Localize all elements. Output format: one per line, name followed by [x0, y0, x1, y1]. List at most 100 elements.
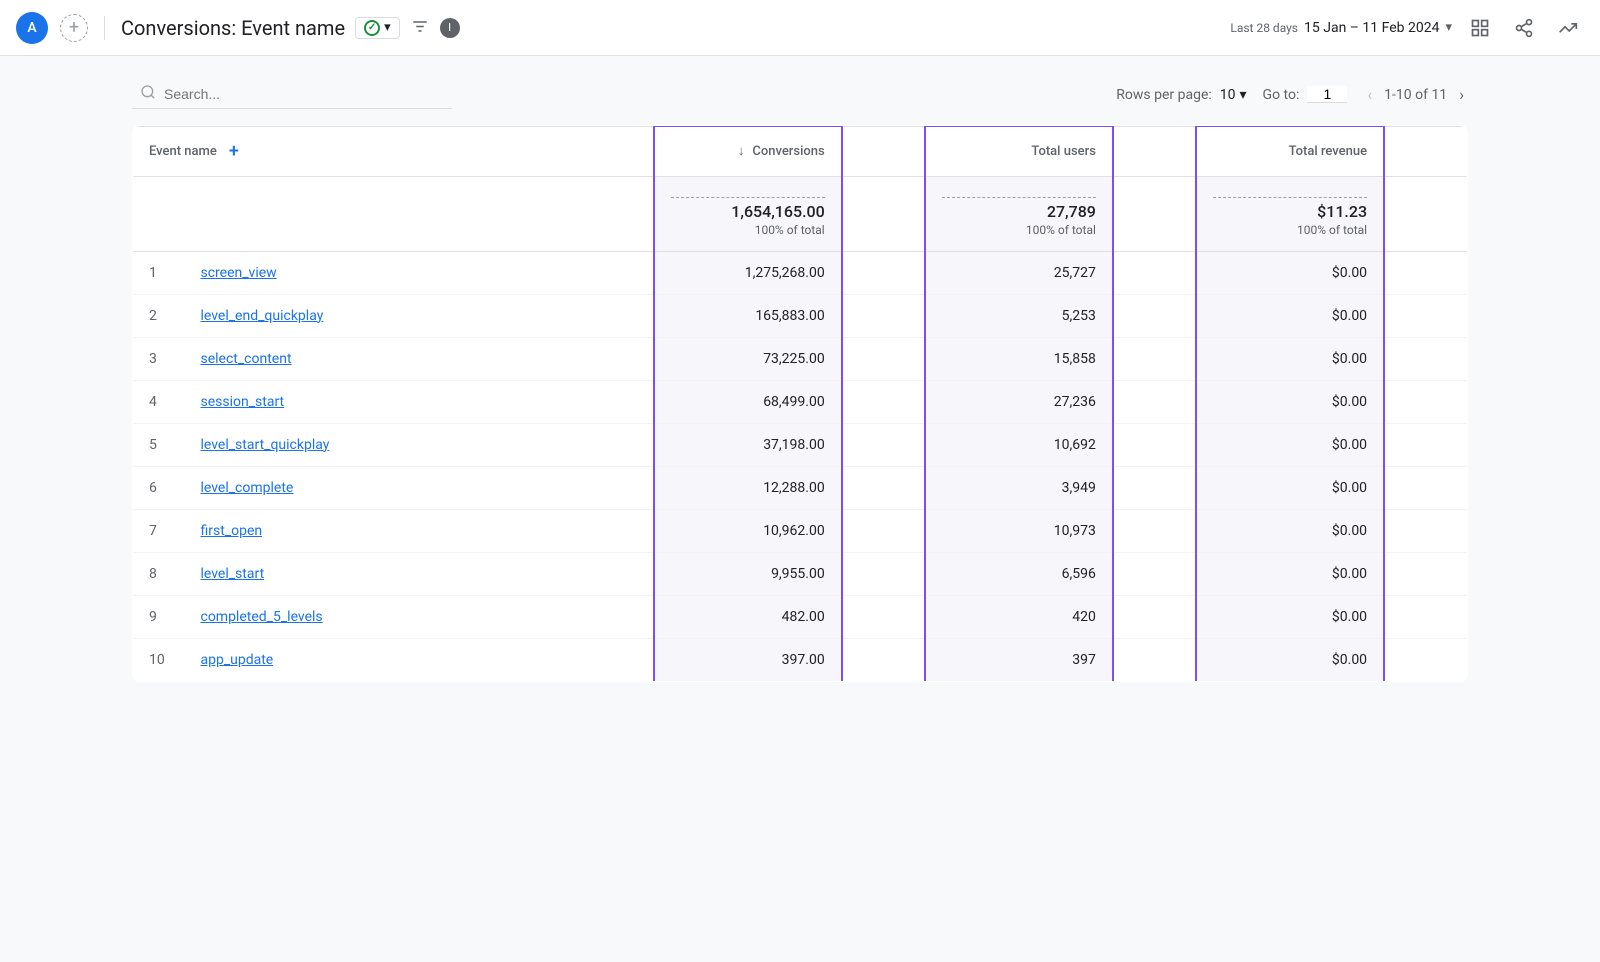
divider [104, 16, 105, 40]
next-page-button[interactable]: › [1455, 81, 1468, 108]
sort-down-icon: ↓ [738, 143, 745, 159]
share-button[interactable] [1508, 12, 1540, 44]
summary-users-pct: 100% of total [942, 223, 1096, 237]
summary-conversions-pct: 100% of total [671, 223, 825, 237]
table-row: 1 screen_view 1,275,268.00 25,727 $0.00 [133, 251, 1468, 294]
search-input[interactable] [164, 86, 424, 102]
row-number: 7 [149, 523, 173, 539]
col-header-total-users: Total users [925, 126, 1113, 176]
col-conversions-label[interactable]: Conversions [752, 144, 824, 159]
status-badge[interactable]: ▾ [355, 17, 400, 39]
search-icon [140, 84, 156, 104]
table-row: 9 completed_5_levels 482.00 420 $0.00 [133, 595, 1468, 638]
col-event-name-label: Event name [149, 144, 217, 159]
main-content: Rows per page: 10 ▾ Go to: ‹ 1-10 of 11 … [100, 56, 1500, 706]
table-header-row: Event name + ↓ Conversions Total users [133, 126, 1468, 176]
filter-icon[interactable] [410, 18, 430, 38]
event-name-link[interactable]: select_content [200, 351, 291, 367]
top-bar: A + Conversions: Event name ▾ I Last 28 … [0, 0, 1600, 56]
event-name-link[interactable]: session_start [200, 394, 284, 410]
col-header-conversions: ↓ Conversions [654, 126, 842, 176]
cell-users: 5,253 [925, 294, 1113, 337]
cell-users: 25,727 [925, 251, 1113, 294]
cell-conversions: 1,275,268.00 [654, 251, 842, 294]
summary-users-total: 27,789 [942, 202, 1096, 221]
rows-per-page-chevron-icon: ▾ [1240, 87, 1247, 103]
cell-revenue: $0.00 [1196, 294, 1384, 337]
row-number: 9 [149, 609, 173, 625]
summary-users: 27,789 100% of total [925, 176, 1113, 251]
cell-conversions: 482.00 [654, 595, 842, 638]
goto-label: Go to: [1263, 87, 1300, 103]
cell-conversions: 12,288.00 [654, 466, 842, 509]
cell-revenue: $0.00 [1196, 423, 1384, 466]
event-name-link[interactable]: level_complete [200, 480, 293, 496]
event-name-link[interactable]: level_start [200, 566, 264, 582]
table-row: 6 level_complete 12,288.00 3,949 $0.00 [133, 466, 1468, 509]
chart-button[interactable] [1464, 12, 1496, 44]
cell-conversions: 397.00 [654, 638, 842, 681]
pagination-controls: Rows per page: 10 ▾ Go to: ‹ 1-10 of 11 … [1116, 81, 1468, 108]
cell-conversions: 68,499.00 [654, 380, 842, 423]
cell-users: 27,236 [925, 380, 1113, 423]
col-total-users-label[interactable]: Total users [1031, 144, 1095, 159]
row-number: 6 [149, 480, 173, 496]
cell-users: 397 [925, 638, 1113, 681]
cell-users: 10,692 [925, 423, 1113, 466]
row-number: 10 [149, 652, 173, 668]
event-name-link[interactable]: app_update [200, 652, 273, 668]
search-box [132, 80, 452, 109]
title-text: Conversions: Event name [121, 16, 345, 40]
table-row: 8 level_start 9,955.00 6,596 $0.00 [133, 552, 1468, 595]
table-row: 7 first_open 10,962.00 10,973 $0.00 [133, 509, 1468, 552]
cell-revenue: $0.00 [1196, 466, 1384, 509]
date-range-chevron-icon: ▾ [1445, 20, 1452, 35]
add-column-button[interactable]: + [221, 141, 239, 162]
goto-input[interactable] [1307, 86, 1347, 103]
info-badge[interactable]: I [440, 18, 460, 38]
chevron-down-icon: ▾ [384, 20, 391, 35]
avatar[interactable]: A [16, 12, 48, 44]
cell-conversions: 73,225.00 [654, 337, 842, 380]
row-number: 1 [149, 265, 173, 281]
rows-per-page-label: Rows per page: [1116, 87, 1211, 103]
row-number: 2 [149, 308, 173, 324]
cell-conversions: 37,198.00 [654, 423, 842, 466]
table-row: 10 app_update 397.00 397 $0.00 [133, 638, 1468, 681]
goto-section: Go to: [1263, 86, 1348, 103]
check-circle-icon [364, 20, 380, 36]
date-range-value: 15 Jan – 11 Feb 2024 [1304, 20, 1439, 36]
cell-users: 6,596 [925, 552, 1113, 595]
cell-revenue: $0.00 [1196, 595, 1384, 638]
cell-revenue: $0.00 [1196, 380, 1384, 423]
cell-users: 10,973 [925, 509, 1113, 552]
cell-revenue: $0.00 [1196, 509, 1384, 552]
cell-revenue: $0.00 [1196, 251, 1384, 294]
table-row: 4 session_start 68,499.00 27,236 $0.00 [133, 380, 1468, 423]
cell-users: 420 [925, 595, 1113, 638]
summary-revenue-pct: 100% of total [1213, 223, 1367, 237]
rows-per-page-value: 10 [1220, 87, 1236, 103]
summary-revenue-total: $11.23 [1213, 202, 1367, 221]
date-range-selector[interactable]: Last 28 days 15 Jan – 11 Feb 2024 ▾ [1230, 20, 1452, 36]
table-row: 2 level_end_quickplay 165,883.00 5,253 $… [133, 294, 1468, 337]
col-total-revenue-label[interactable]: Total revenue [1289, 144, 1367, 159]
rows-per-page-selector[interactable]: 10 ▾ [1220, 87, 1247, 103]
event-name-link[interactable]: screen_view [200, 265, 276, 281]
cell-users: 3,949 [925, 466, 1113, 509]
add-button[interactable]: + [60, 14, 88, 42]
prev-page-button[interactable]: ‹ [1363, 81, 1376, 108]
table-controls: Rows per page: 10 ▾ Go to: ‹ 1-10 of 11 … [132, 80, 1468, 109]
col-header-event-name: Event name + [149, 141, 555, 162]
event-name-link[interactable]: completed_5_levels [200, 609, 322, 625]
event-name-link[interactable]: level_end_quickplay [200, 308, 323, 324]
rows-per-page-section: Rows per page: 10 ▾ [1116, 87, 1246, 103]
trend-button[interactable] [1552, 12, 1584, 44]
row-number: 8 [149, 566, 173, 582]
event-name-link[interactable]: level_start_quickplay [200, 437, 329, 453]
date-range-label: Last 28 days [1230, 21, 1298, 35]
row-number: 5 [149, 437, 173, 453]
top-bar-right: Last 28 days 15 Jan – 11 Feb 2024 ▾ [1230, 12, 1584, 44]
cell-conversions: 9,955.00 [654, 552, 842, 595]
event-name-link[interactable]: first_open [200, 523, 262, 539]
